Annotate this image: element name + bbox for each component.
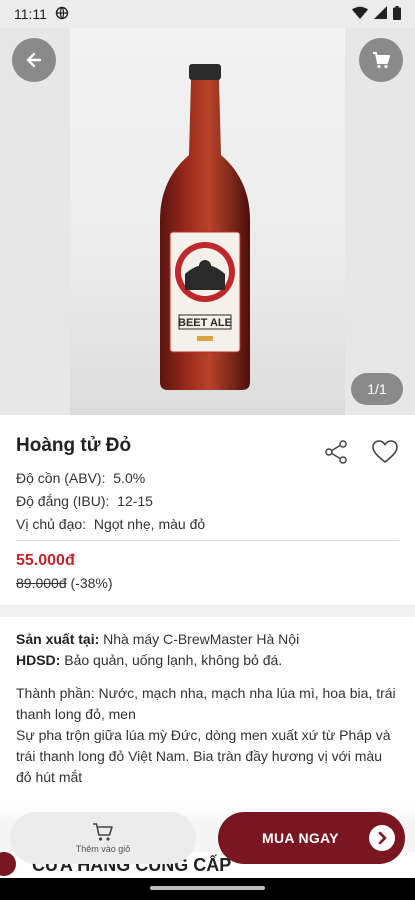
bottle-label-text: BEET ALE xyxy=(178,317,232,329)
product-actions xyxy=(323,439,399,470)
add-to-cart-label: Thêm vào giỏ xyxy=(75,844,131,854)
taste-label: Vị chủ đạo: xyxy=(16,516,87,532)
usage-value: Bảo quản, uống lạnh, không bỏ đá. xyxy=(64,652,283,668)
product-details: Sản xuất tại: Nhà máy C-BrewMaster Hà Nộ… xyxy=(0,617,415,817)
product-info: Hoàng tử Đỏ Độ cồn (ABV): 5.0% Độ đắng (… xyxy=(0,415,415,605)
wifi-icon xyxy=(352,6,368,22)
ingredients-text: Thành phần: Nước, mạch nha, mạch nha lúa… xyxy=(16,685,396,722)
description-text: Sự pha trộn giữa lúa mỳ Đức, dòng men xu… xyxy=(16,727,391,785)
producer-value: Nhà máy C-BrewMaster Hà Nội xyxy=(103,631,300,647)
cart-icon xyxy=(93,823,113,841)
sale-price: 55.000đ xyxy=(16,552,75,569)
ibu-value: 12-15 xyxy=(117,493,153,509)
usage-row: HDSD: Bảo quản, uống lạnh, không bỏ đá. xyxy=(16,650,399,671)
usage-label: HDSD: xyxy=(16,652,61,668)
status-bar: 11:11 xyxy=(0,0,415,28)
heart-icon[interactable] xyxy=(371,439,399,470)
price-divider xyxy=(16,540,399,541)
battery-icon xyxy=(393,5,401,23)
buy-now-label: MUA NGAY xyxy=(262,830,339,846)
taste-row: Vị chủ đạo: Ngọt nhẹ, màu đỏ xyxy=(16,517,399,532)
ibu-label: Độ đắng (IBU): xyxy=(16,493,110,509)
image-counter: 1/1 xyxy=(351,373,403,405)
ibu-row: Độ đắng (IBU): 12-15 xyxy=(16,494,399,509)
cart-button[interactable] xyxy=(359,38,403,82)
share-icon[interactable] xyxy=(323,439,349,470)
back-arrow-icon xyxy=(26,52,42,68)
chevron-right-icon xyxy=(369,825,395,851)
buy-now-button[interactable]: MUA NGAY xyxy=(218,812,405,864)
original-price: 89.000đ xyxy=(16,575,67,591)
home-gesture-pill[interactable] xyxy=(150,886,265,890)
abv-label: Độ cồn (ABV): xyxy=(16,470,106,486)
product-image-gallery[interactable]: BEET ALE xyxy=(0,0,415,415)
cart-icon xyxy=(373,52,390,69)
status-time: 11:11 xyxy=(14,6,47,22)
abv-row: Độ cồn (ABV): 5.0% xyxy=(16,471,399,486)
producer-row: Sản xuất tại: Nhà máy C-BrewMaster Hà Nộ… xyxy=(16,629,399,650)
discount-badge: (-38%) xyxy=(70,575,113,591)
globe-icon xyxy=(55,6,69,23)
producer-label: Sản xuất tại: xyxy=(16,631,100,647)
add-to-cart-button[interactable]: Thêm vào giỏ xyxy=(10,812,196,864)
back-button[interactable] xyxy=(12,38,56,82)
section-gap xyxy=(0,605,415,617)
abv-value: 5.0% xyxy=(113,470,146,486)
beer-bottle-image: BEET ALE xyxy=(160,64,250,390)
old-price-row: 89.000đ (-38%) xyxy=(16,575,113,591)
signal-icon xyxy=(374,6,387,22)
taste-value: Ngọt nhẹ, màu đỏ xyxy=(93,516,206,532)
